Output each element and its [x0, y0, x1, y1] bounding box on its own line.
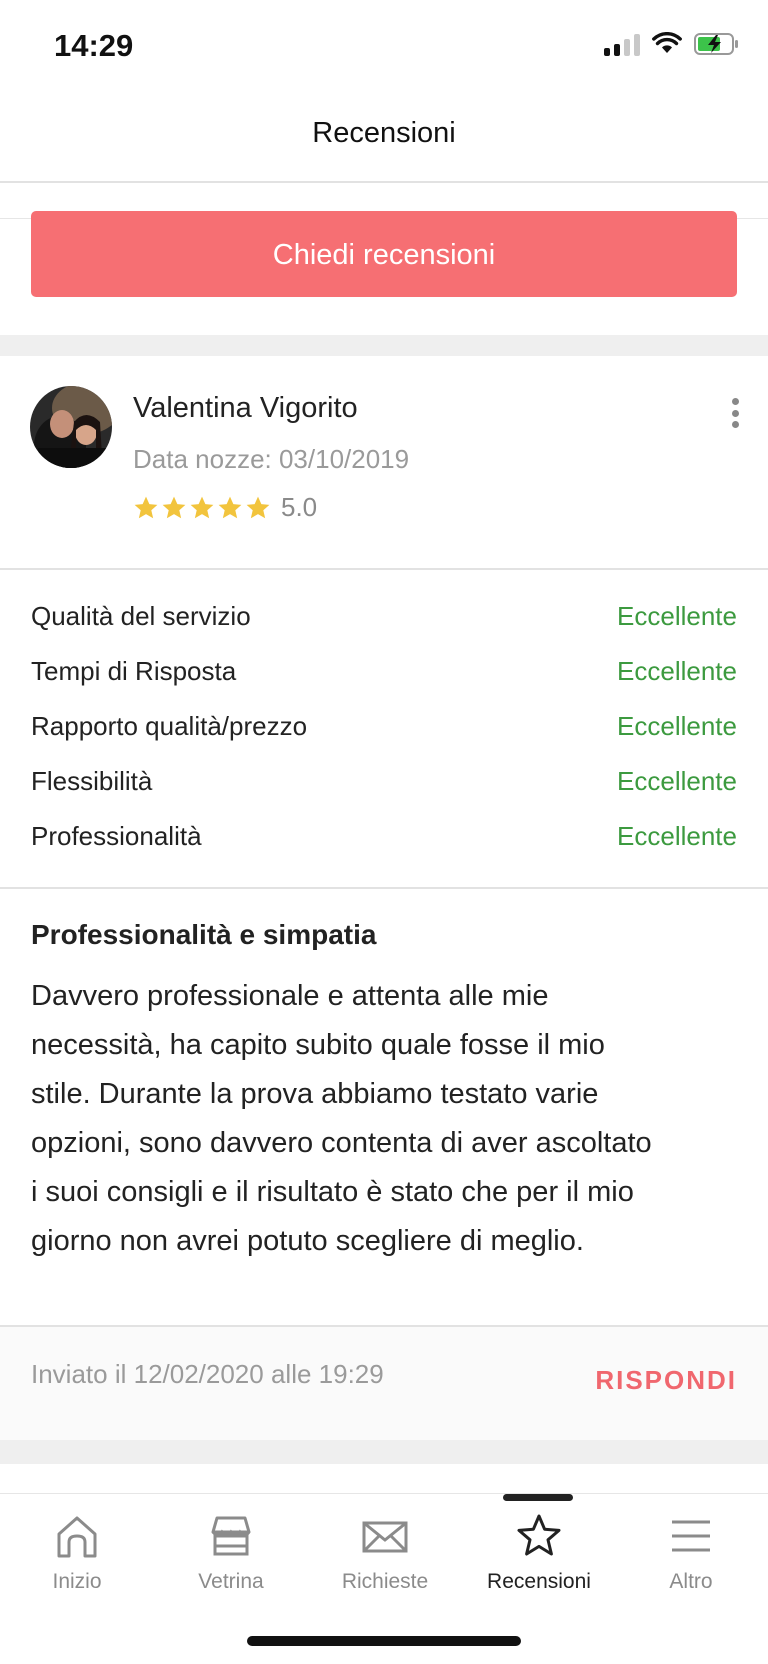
cellular-signal-icon	[604, 32, 640, 56]
tab-label: Recensioni	[487, 1570, 591, 1593]
section-separator	[0, 335, 768, 356]
review-header: Valentina Vigorito Data nozze: 03/10/201…	[0, 356, 768, 570]
avatar[interactable]	[30, 386, 112, 468]
wedding-date: Data nozze: 03/10/2019	[133, 444, 410, 474]
status-time: 14:29	[54, 28, 134, 63]
criteria-row: Tempi di Risposta Eccellente	[31, 651, 737, 691]
active-tab-indicator	[503, 1494, 573, 1501]
request-reviews-section: Chiedi recensioni	[0, 183, 768, 335]
reviewer-name: Valentina Vigorito	[133, 392, 358, 424]
tab-inizio[interactable]: Inizio	[0, 1512, 154, 1594]
page-title: Recensioni	[312, 117, 456, 149]
status-icons	[604, 32, 740, 56]
tab-label: Richieste	[341, 1570, 429, 1593]
rating-value: 5.0	[281, 492, 318, 522]
criteria-label: Qualità del servizio	[31, 600, 251, 631]
avatar-photo	[30, 386, 112, 468]
criteria-label: Rapporto qualità/prezzo	[31, 710, 308, 741]
reply-button[interactable]: RISPONDI	[595, 1365, 737, 1396]
criteria-label: Flessibilità	[31, 765, 153, 796]
review-content: Professionalità e simpatia Davvero profe…	[0, 889, 768, 1327]
criteria-row: Rapporto qualità/prezzo Eccellente	[31, 706, 737, 746]
criteria-value: Eccellente	[617, 765, 737, 796]
star-icon	[517, 1514, 561, 1556]
section-separator	[0, 1440, 768, 1464]
star-filled-icon	[246, 496, 270, 518]
navigation-header: Recensioni	[0, 95, 768, 183]
tab-vetrina[interactable]: Vetrina	[154, 1512, 308, 1594]
status-bar: 14:29	[0, 0, 768, 95]
criteria-value: Eccellente	[617, 655, 737, 686]
review-text-line: stile. Durante la prova abbiamo testato …	[31, 1078, 599, 1110]
criteria-label: Tempi di Risposta	[31, 655, 237, 686]
tab-recensioni[interactable]: Recensioni	[462, 1512, 616, 1594]
envelope-icon	[362, 1521, 408, 1553]
tab-richieste[interactable]: Richieste	[308, 1512, 462, 1594]
review-text-line: necessità, ha capito subito quale fosse …	[31, 1029, 605, 1061]
tab-label: Altro	[669, 1570, 713, 1593]
review-text-line: giorno non avrei potuto scegliere di meg…	[31, 1225, 584, 1257]
criteria-value: Eccellente	[617, 600, 737, 631]
review-text-line: opzioni, sono davvero contenta di aver a…	[31, 1127, 652, 1159]
criteria-row: Flessibilità Eccellente	[31, 761, 737, 801]
storefront-icon	[211, 1516, 251, 1556]
tab-altro[interactable]: Altro	[614, 1512, 768, 1594]
review-title: Professionalità e simpatia	[31, 919, 377, 950]
criteria-row: Qualità del servizio Eccellente	[31, 596, 737, 636]
star-filled-icon	[134, 496, 158, 518]
criteria-row: Professionalità Eccellente	[31, 816, 737, 856]
review-text-line: i suoi consigli e il risultato è stato c…	[31, 1176, 634, 1208]
tab-label: Vetrina	[198, 1570, 264, 1593]
star-filled-icon	[162, 496, 186, 518]
rating-stars	[133, 495, 271, 521]
star-filled-icon	[218, 496, 242, 518]
review-footer: Inviato il 12/02/2020 alle 19:29 RISPOND…	[0, 1327, 768, 1440]
star-filled-icon	[190, 496, 214, 518]
criteria-value: Eccellente	[617, 820, 737, 851]
review-text: Davvero professionale e attenta alle mie…	[31, 972, 743, 1266]
rating-criteria: Qualità del servizio Eccellente Tempi di…	[0, 570, 768, 889]
criteria-label: Professionalità	[31, 820, 202, 851]
home-icon	[57, 1516, 97, 1558]
home-indicator[interactable]	[247, 1636, 521, 1646]
criteria-value: Eccellente	[617, 710, 737, 741]
battery-charging-icon	[694, 33, 738, 55]
rating: 5.0	[133, 492, 317, 523]
request-reviews-button[interactable]: Chiedi recensioni	[31, 211, 737, 297]
wifi-icon	[652, 32, 682, 53]
tab-label: Inizio	[52, 1570, 102, 1593]
sent-timestamp: Inviato il 12/02/2020 alle 19:29	[31, 1359, 384, 1389]
menu-icon	[672, 1520, 710, 1552]
more-options-icon[interactable]	[728, 398, 742, 428]
review-text-line: Davvero professionale e attenta alle mie	[31, 980, 549, 1012]
